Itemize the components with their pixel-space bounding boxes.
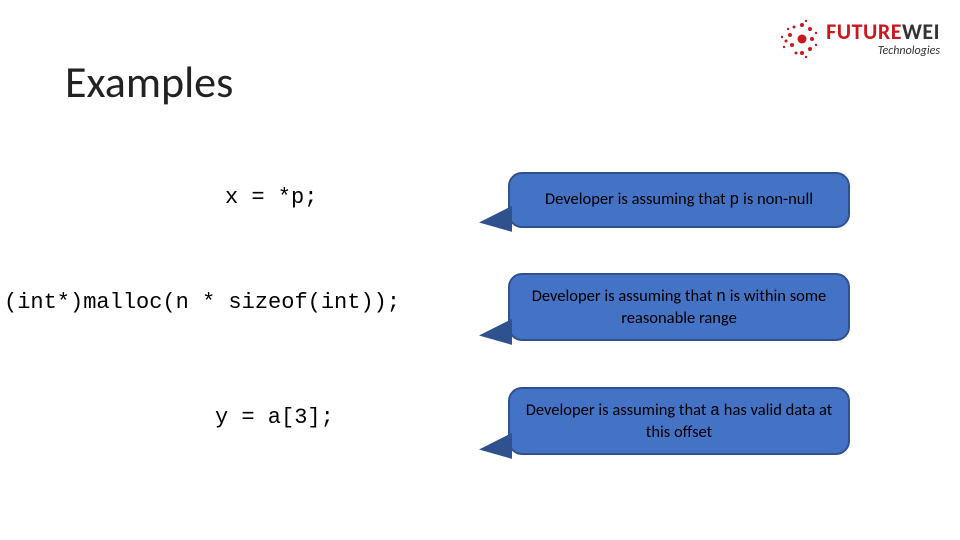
brand-name: FUTUREWEI xyxy=(826,21,940,43)
slide-title: Examples xyxy=(65,55,233,109)
annotation-callout: Developer is assuming that p is non-null xyxy=(508,172,850,228)
brand-subtitle: Technologies xyxy=(826,45,940,57)
callout-tail-icon xyxy=(482,321,512,347)
annotation-var: n xyxy=(716,287,726,306)
annotation-callout: Developer is assuming that n is within s… xyxy=(508,273,850,341)
callout-tail-icon xyxy=(482,208,512,234)
annotation-text-pre: Developer is assuming that xyxy=(532,286,716,306)
code-snippet: y = a[3]; xyxy=(215,405,334,430)
brand-logo: FUTUREWEI Technologies xyxy=(772,15,940,63)
code-snippet: (int*)malloc(n * sizeof(int)); xyxy=(4,290,400,315)
sunburst-icon xyxy=(772,15,820,63)
annotation-callout: Developer is assuming that a has valid d… xyxy=(508,387,850,455)
code-snippet: x = *p; xyxy=(225,185,317,210)
annotation-text-post: is non-null xyxy=(739,189,813,209)
callout-tail-icon xyxy=(482,435,512,461)
annotation-var: a xyxy=(710,401,720,420)
annotation-text-pre: Developer is assuming that xyxy=(545,189,729,209)
annotation-text-pre: Developer is assuming that xyxy=(526,400,710,420)
annotation-var: p xyxy=(729,190,739,209)
